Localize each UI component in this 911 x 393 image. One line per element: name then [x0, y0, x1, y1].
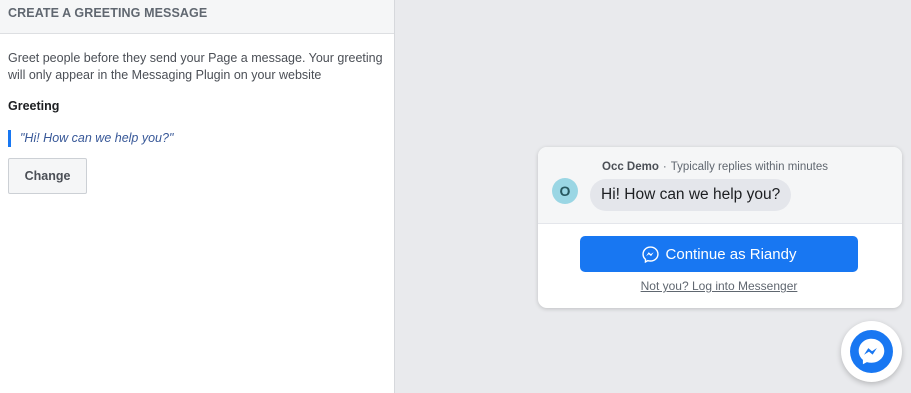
change-button[interactable]: Change [8, 158, 87, 194]
login-link[interactable]: Not you? Log into Messenger [538, 279, 900, 293]
greeting-label: Greeting [8, 99, 60, 113]
messenger-icon [641, 245, 659, 263]
greeting-description: Greet people before they send your Page … [8, 51, 383, 82]
preview-header: Occ Demo · Typically replies within minute… [538, 147, 902, 224]
messenger-icon [850, 330, 893, 373]
continue-button[interactable]: Continue as Riandy [580, 236, 858, 272]
page-name: Occ Demo [602, 161, 659, 173]
meta-separator: · [662, 161, 667, 173]
reply-time: Typically replies within minutes [670, 161, 828, 173]
continue-label: Continue as Riandy [665, 245, 797, 263]
messenger-preview-card: Occ Demo · Typically replies within minute… [538, 147, 902, 308]
messenger-launcher-button[interactable] [841, 321, 902, 382]
greeting-text: "Hi! How can we help you?" [8, 130, 173, 147]
avatar: O [552, 178, 578, 204]
page-meta: Occ Demo · Typically replies within minute… [602, 161, 828, 173]
greeting-bubble: Hi! How can we help you? [590, 179, 792, 211]
panel-header: CREATE A GREETING MESSAGE [0, 0, 394, 34]
settings-panel: CREATE A GREETING MESSAGE Greet people b… [0, 0, 395, 393]
